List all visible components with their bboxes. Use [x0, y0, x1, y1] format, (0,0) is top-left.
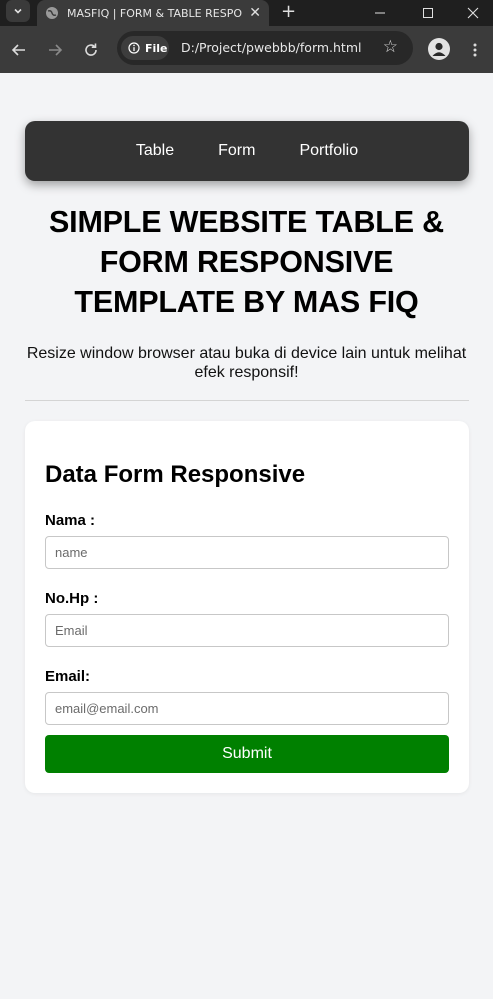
profile-avatar-icon[interactable]: [428, 38, 450, 60]
phone-label: No.Hp :: [45, 590, 99, 607]
back-arrow-icon[interactable]: [8, 39, 30, 61]
divider: [25, 400, 469, 401]
browser-toolbar: File D:/Project/pwebbb/form.html ☆: [0, 26, 493, 73]
form-title: Data Form Responsive: [45, 461, 306, 488]
chip-label: File: [145, 41, 168, 55]
maximize-icon[interactable]: [405, 0, 451, 26]
new-tab-icon[interactable]: +: [281, 1, 296, 22]
globe-icon: [46, 7, 58, 19]
chevron-down-icon: [14, 8, 22, 14]
site-info-chip[interactable]: File: [121, 36, 169, 60]
nav-link-portfolio[interactable]: Portfolio: [299, 142, 358, 160]
forward-arrow-icon[interactable]: [44, 39, 66, 61]
bookmark-star-icon[interactable]: ☆: [383, 37, 398, 57]
url-text[interactable]: D:/Project/pwebbb/form.html: [181, 40, 361, 55]
close-tab-icon[interactable]: ✕: [249, 5, 261, 21]
tab-title: MASFIQ | FORM & TABLE RESPONSIVE: [67, 6, 243, 20]
name-input[interactable]: [45, 536, 449, 569]
page-title: SIMPLE WEBSITE TABLE & FORM RESPONSIVE T…: [49, 205, 444, 319]
tab-bar: MASFIQ | FORM & TABLE RESPONSIVE ✕ +: [0, 0, 493, 26]
tab-search-button[interactable]: [6, 0, 30, 22]
address-bar[interactable]: File D:/Project/pwebbb/form.html ☆: [117, 31, 413, 65]
site-navbar: Table Form Portfolio: [25, 121, 469, 181]
page-subtitle: Resize window browser atau buka di devic…: [26, 345, 467, 381]
nav-link-form[interactable]: Form: [218, 142, 255, 160]
nav-link-table[interactable]: Table: [136, 142, 174, 160]
submit-button[interactable]: Submit: [45, 735, 449, 773]
phone-input[interactable]: [45, 614, 449, 647]
reload-icon[interactable]: [80, 39, 102, 61]
minimize-icon[interactable]: [357, 0, 403, 26]
email-label: Email:: [45, 668, 91, 685]
name-label: Nama :: [45, 512, 96, 529]
browser-tab[interactable]: MASFIQ | FORM & TABLE RESPONSIVE ✕: [37, 0, 269, 26]
menu-dots-icon[interactable]: [464, 39, 486, 61]
email-input[interactable]: [45, 692, 449, 725]
info-icon: [128, 42, 140, 54]
form-card: Data Form Responsive Nama : No.Hp : Emai…: [25, 421, 469, 793]
close-window-icon[interactable]: [450, 0, 493, 26]
